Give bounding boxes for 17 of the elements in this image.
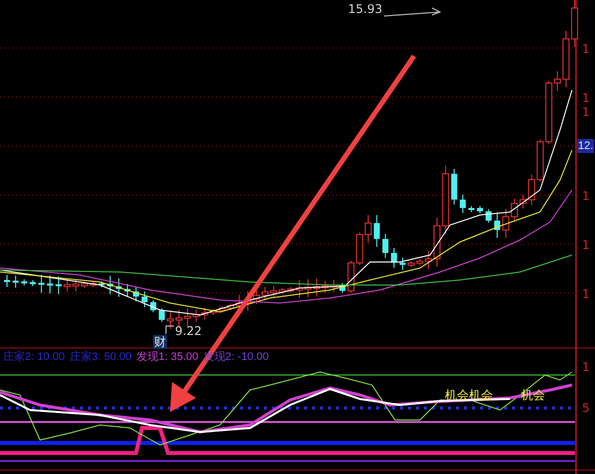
- legend-text: 庄家2: 10.00: [3, 350, 65, 364]
- marker-badge: 财: [153, 335, 167, 349]
- pointer-line: [166, 326, 174, 334]
- high-price-label: 15.93: [348, 2, 382, 16]
- axis-label: 1: [582, 105, 590, 119]
- pointer-line: [384, 8, 442, 16]
- legend-text: 发现1: 35.00: [136, 350, 198, 364]
- axis-label: 5: [582, 401, 590, 415]
- low-price-label: 9.22: [175, 324, 202, 338]
- axis-label: 1: [582, 189, 590, 203]
- axis-label: 1: [582, 42, 590, 56]
- axis-label: 1: [582, 360, 590, 374]
- axis-label: 1: [582, 91, 590, 105]
- legend-text: 庄家3: 50.00: [70, 350, 132, 364]
- current-price-badge: 12.: [577, 139, 594, 153]
- axis-label: 1: [582, 238, 590, 252]
- axis-label: 1: [582, 287, 590, 301]
